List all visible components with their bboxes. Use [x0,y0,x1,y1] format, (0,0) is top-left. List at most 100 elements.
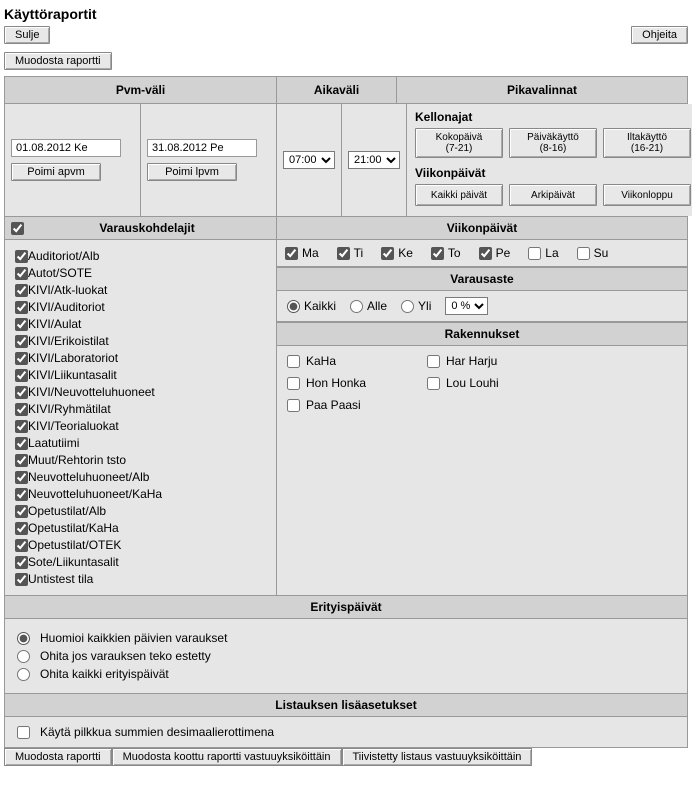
special-option[interactable]: Huomioi kaikkien päivien varaukset [17,631,675,645]
target-checkbox[interactable] [15,573,28,586]
target-item[interactable]: KIVI/Teorialuokat [15,419,266,433]
quick-days-button-1[interactable]: Arkipäivät [509,184,597,206]
target-item[interactable]: KIVI/Erikoistilat [15,334,266,348]
build-report-button-bottom[interactable]: Muodosta raportti [4,748,112,766]
target-item[interactable]: KIVI/Atk-luokat [15,283,266,297]
target-checkbox[interactable] [15,352,28,365]
target-checkbox[interactable] [15,437,28,450]
target-checkbox[interactable] [15,539,28,552]
building-checkbox[interactable] [287,399,300,412]
quick-days-button-0[interactable]: Kaikki päivät [415,184,503,206]
building-label: Paa Paasi [306,398,361,412]
weekday-checkbox[interactable] [337,247,350,260]
weekday-item[interactable]: Su [577,246,609,260]
report-panel: Pvm-väli Aikaväli Pikavalinnat Poimi apv… [4,76,688,748]
weekday-item[interactable]: La [528,246,558,260]
target-checkbox[interactable] [15,420,28,433]
quick-hours-button-0[interactable]: Kokopäivä (7-21) [415,128,503,158]
target-checkbox[interactable] [15,301,28,314]
quick-hours-label: Kellonajat [415,110,691,124]
occ-all-radio[interactable] [287,300,300,313]
target-checkbox[interactable] [15,505,28,518]
building-item[interactable]: Har Harju [427,354,567,368]
weekday-label: Ma [302,246,319,260]
time-from-select[interactable]: 07:00 [283,151,335,169]
quick-days-button-2[interactable]: Viikonloppu [603,184,691,206]
weekday-checkbox[interactable] [381,247,394,260]
target-checkbox[interactable] [15,522,28,535]
occ-over-radio[interactable] [401,300,414,313]
target-item[interactable]: Laatutiimi [15,436,266,450]
weekday-checkbox[interactable] [285,247,298,260]
target-item[interactable]: KIVI/Auditoriot [15,300,266,314]
target-checkbox[interactable] [15,267,28,280]
occ-under-radio[interactable] [350,300,363,313]
build-report-button-top[interactable]: Muodosta raportti [4,52,112,70]
special-radio[interactable] [17,668,30,681]
weekday-checkbox[interactable] [431,247,444,260]
comma-decimal-checkbox[interactable] [17,726,30,739]
compact-listing-button[interactable]: Tiivistetty listaus vastuuyksiköittäin [342,748,533,766]
special-radio[interactable] [17,650,30,663]
target-checkbox[interactable] [15,284,28,297]
pick-end-date-button[interactable]: Poimi lpvm [147,163,237,181]
target-checkbox[interactable] [15,335,28,348]
target-item[interactable]: Untistest tila [15,572,266,586]
start-date-input[interactable] [11,139,121,157]
building-item[interactable]: KaHa [287,354,407,368]
target-item[interactable]: KIVI/Neuvotteluhuoneet [15,385,266,399]
special-radio[interactable] [17,632,30,645]
header-weekdays: Viikonpäivät [277,217,687,240]
building-checkbox[interactable] [287,355,300,368]
weekday-item[interactable]: Ti [337,246,364,260]
weekday-item[interactable]: To [431,246,461,260]
target-all-checkbox[interactable] [11,222,24,235]
end-date-input[interactable] [147,139,257,157]
target-item[interactable]: Opetustilat/Alb [15,504,266,518]
target-item[interactable]: Muut/Rehtorin tsto [15,453,266,467]
target-item[interactable]: Autot/SOTE [15,266,266,280]
target-checkbox[interactable] [15,318,28,331]
target-item[interactable]: KIVI/Aulat [15,317,266,331]
header-special: Erityispäivät [5,595,687,619]
building-checkbox[interactable] [427,355,440,368]
weekday-item[interactable]: Ke [381,246,413,260]
building-item[interactable]: Paa Paasi [287,398,407,412]
target-item[interactable]: Sote/Liikuntasalit [15,555,266,569]
help-button[interactable]: Ohjeita [631,26,688,44]
target-item[interactable]: KIVI/Laboratoriot [15,351,266,365]
build-combined-report-button[interactable]: Muodosta koottu raportti vastuuyksiköitt… [112,748,342,766]
building-item[interactable]: Hon Honka [287,376,407,390]
special-option[interactable]: Ohita kaikki erityispäivät [17,667,675,681]
building-checkbox[interactable] [287,377,300,390]
weekday-checkbox[interactable] [479,247,492,260]
target-item[interactable]: Auditoriot/Alb [15,249,266,263]
quick-hours-button-1[interactable]: Päiväkäyttö (8-16) [509,128,597,158]
pick-start-date-button[interactable]: Poimi apvm [11,163,101,181]
weekday-checkbox[interactable] [577,247,590,260]
target-item[interactable]: KIVI/Liikuntasalit [15,368,266,382]
weekday-item[interactable]: Pe [479,246,511,260]
target-item[interactable]: Neuvotteluhuoneet/Alb [15,470,266,484]
target-checkbox[interactable] [15,403,28,416]
time-to-select[interactable]: 21:00 [348,151,400,169]
quick-hours-button-2[interactable]: Iltakäyttö (16-21) [603,128,691,158]
target-checkbox[interactable] [15,386,28,399]
occ-pct-select[interactable]: 0 % [445,297,488,315]
weekday-item[interactable]: Ma [285,246,319,260]
special-option[interactable]: Ohita jos varauksen teko estetty [17,649,675,663]
target-checkbox[interactable] [15,369,28,382]
target-item[interactable]: Opetustilat/OTEK [15,538,266,552]
target-checkbox[interactable] [15,556,28,569]
target-item[interactable]: Opetustilat/KaHa [15,521,266,535]
target-checkbox[interactable] [15,454,28,467]
target-checkbox[interactable] [15,488,28,501]
target-item[interactable]: KIVI/Ryhmätilat [15,402,266,416]
building-item[interactable]: Lou Louhi [427,376,567,390]
target-item[interactable]: Neuvotteluhuoneet/KaHa [15,487,266,501]
target-checkbox[interactable] [15,471,28,484]
target-checkbox[interactable] [15,250,28,263]
building-checkbox[interactable] [427,377,440,390]
close-button[interactable]: Sulje [4,26,50,44]
weekday-checkbox[interactable] [528,247,541,260]
